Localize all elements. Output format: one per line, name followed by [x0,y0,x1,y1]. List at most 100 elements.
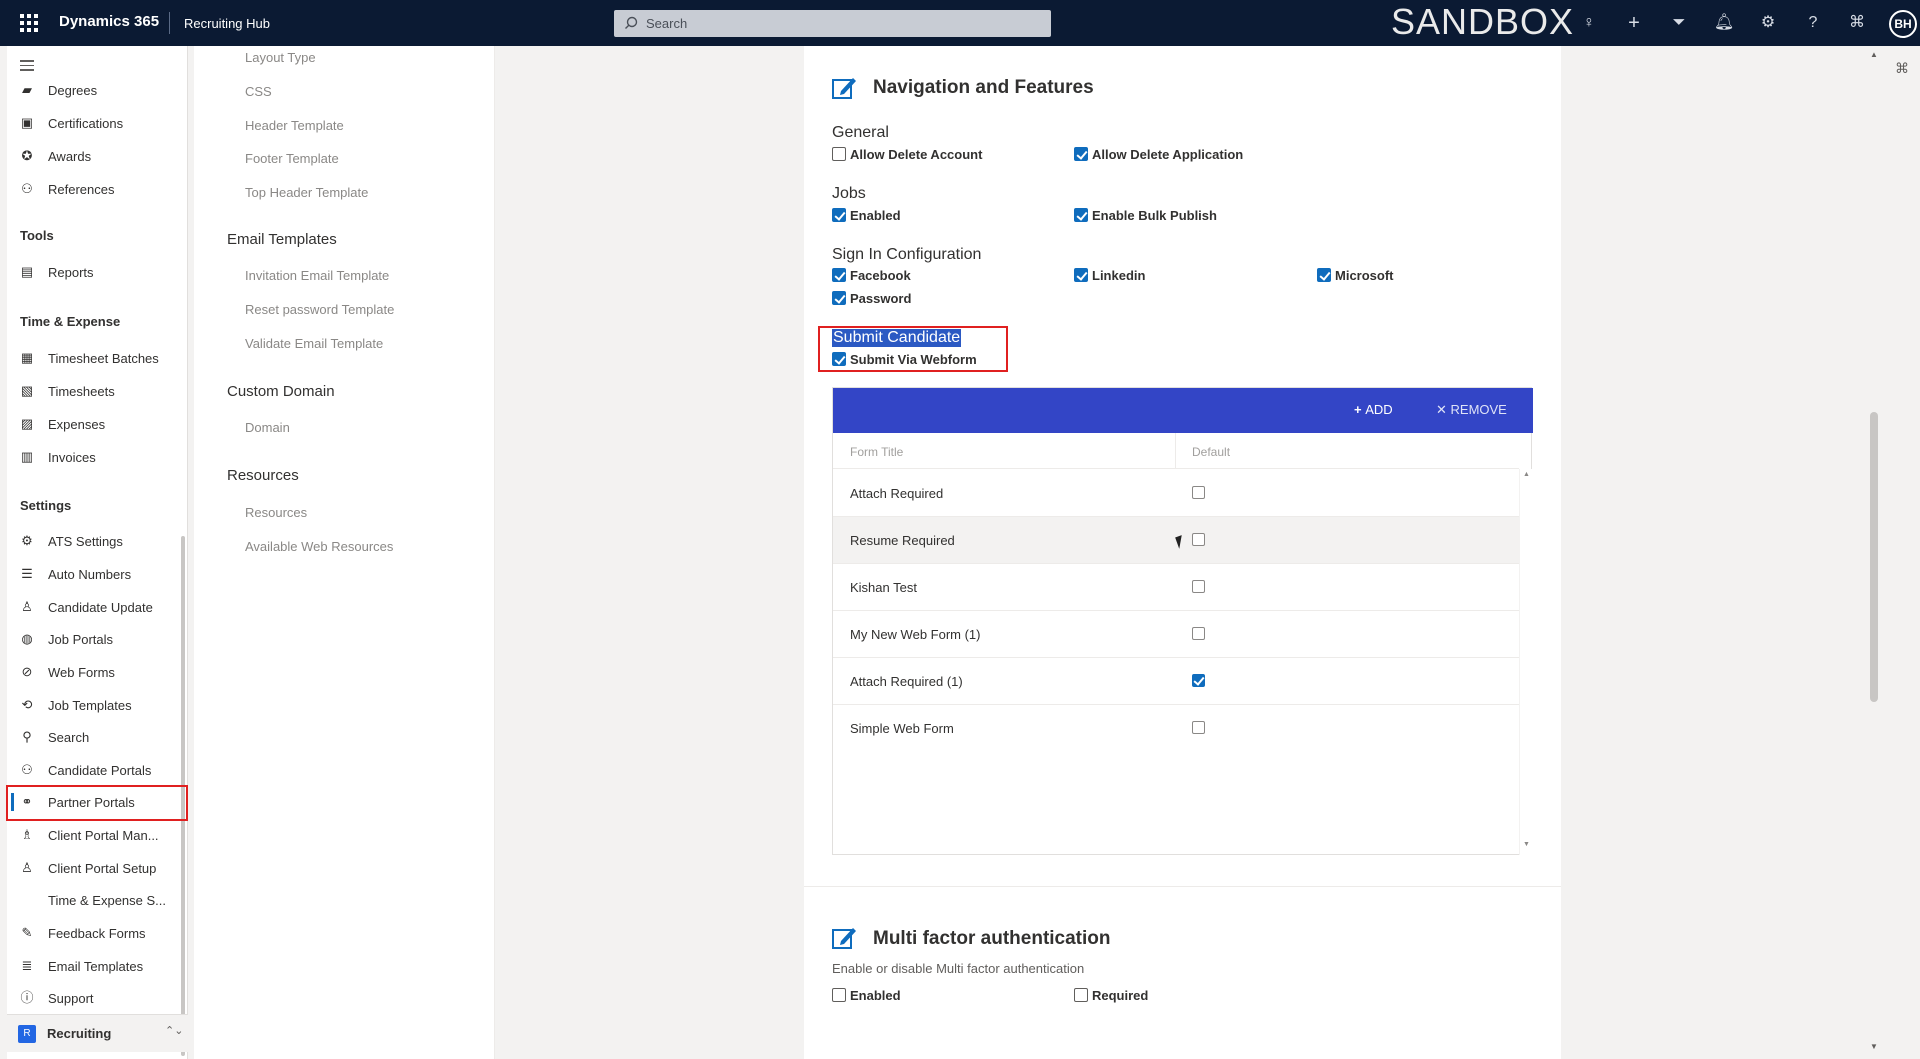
form-icon: ⊘ [21,664,33,679]
table-row[interactable]: Attach Required [833,470,1519,517]
sidebar-item-invoices[interactable]: ▥ Invoices [7,443,188,471]
column-header-form-title[interactable]: Form Title [850,445,903,459]
group-title-general: General [832,124,889,141]
linkedin-checkbox[interactable]: Linkedin [1074,266,1194,284]
enable-bulk-publish-checkbox[interactable]: Enable Bulk Publish [1074,206,1254,224]
sidebar-item-timesheets[interactable]: ▧ Timesheets [7,377,188,405]
mfa-required-checkbox[interactable]: Required [1074,986,1194,1004]
jobs-enabled-checkbox[interactable]: Enabled [832,206,952,224]
sidebar-item-email-templates[interactable]: ≣ Email Templates [7,952,188,980]
default-checkbox[interactable] [1192,674,1205,687]
sidebar-item-web-forms[interactable]: ⊘ Web Forms [7,658,188,686]
page-scrollbar[interactable]: ▲ ▼ [1868,50,1880,1055]
portal-icon: ⚇ [21,762,33,777]
top-bar: Dynamics 365 Recruiting Hub Search SANDB… [0,0,1920,46]
filter-icon[interactable]: ⏷ [1668,12,1690,34]
scrollbar-thumb[interactable] [1870,412,1878,702]
sidebar-item-job-templates[interactable]: ⟲ Job Templates [7,691,188,719]
menu-link-css[interactable]: CSS [245,84,272,99]
award-icon: ✪ [21,148,33,163]
menu-link-domain[interactable]: Domain [245,420,290,435]
mfa-enabled-checkbox[interactable]: Enabled [832,986,952,1004]
sidebar-item-ats-settings[interactable]: ⚙ ATS Settings [7,527,188,555]
sidebar-item-client-portal-setup[interactable]: ♙ Client Portal Setup [7,854,188,882]
table-toolbar: + ADD ✕ REMOVE [833,388,1533,433]
default-checkbox[interactable] [1192,721,1205,734]
scroll-up-icon[interactable]: ▲ [1870,50,1878,59]
brand-name[interactable]: Dynamics 365 [59,13,159,30]
microsoft-checkbox[interactable]: Microsoft [1317,266,1437,284]
sidebar-item-timesheet-batches[interactable]: ▦ Timesheet Batches [7,344,188,372]
remove-button[interactable]: ✕ REMOVE [1436,402,1507,418]
sidebar-item-certifications[interactable]: ▣ Certifications [7,109,188,137]
allow-delete-application-checkbox[interactable]: Allow Delete Application [1074,145,1274,163]
table-row[interactable]: My New Web Form (1) [833,611,1519,658]
help-icon[interactable]: ? [1802,12,1824,34]
list-icon: ☰ [21,566,33,581]
sidebar-item-references[interactable]: ⚇ References [7,175,188,203]
sidebar-item-auto-numbers[interactable]: ☰ Auto Numbers [7,560,188,588]
gear-icon: ⚙ [21,533,33,548]
sidebar-item-client-portal-management[interactable]: ♗ Client Portal Man... [7,821,188,849]
menu-link-top-header-template[interactable]: Top Header Template [245,185,368,200]
report-icon: ▤ [20,264,34,279]
user-avatar[interactable]: BH [1889,10,1917,38]
password-checkbox[interactable]: Password [832,289,952,307]
app-launcher-icon[interactable] [20,14,38,32]
submit-via-webform-checkbox[interactable]: Submit Via Webform [832,350,992,368]
sidebar-item-candidate-update[interactable]: ♙ Candidate Update [7,593,188,621]
menu-link-available-web-resources[interactable]: Available Web Resources [245,539,393,554]
table-row[interactable]: Simple Web Form [833,705,1519,752]
degree-icon: ▰ [22,82,32,97]
copilot-icon[interactable]: ⌘ [1846,12,1868,34]
table-row[interactable]: Attach Required (1) [833,658,1519,705]
lightbulb-icon[interactable]: ♀ [1578,12,1600,34]
gear-icon[interactable]: ⚙ [1757,12,1779,34]
invoice-icon: ▥ [20,449,34,464]
table-scrollbar[interactable]: ▲ ▼ [1519,469,1532,855]
column-separator [1175,433,1176,469]
menu-link-footer-template[interactable]: Footer Template [245,151,339,166]
sidebar-item-awards[interactable]: ✪ Awards [7,142,188,170]
app-name[interactable]: Recruiting Hub [184,16,270,31]
sidebar-item-time-expense-settings[interactable]: Time & Expense S... [7,886,188,914]
column-header-default[interactable]: Default [1192,445,1230,459]
sidebar-item-search[interactable]: ⚲ Search [7,723,188,751]
facebook-checkbox[interactable]: Facebook [832,266,952,284]
globe-icon: ◍ [21,631,33,646]
sidebar-item-candidate-portals[interactable]: ⚇ Candidate Portals [7,756,188,784]
area-switcher[interactable]: R Recruiting ⌃⌄ [7,1014,188,1052]
menu-link-header-template[interactable]: Header Template [245,118,344,133]
add-button[interactable]: + ADD [1354,402,1393,417]
default-checkbox[interactable] [1192,486,1205,499]
sidebar-item-feedback-forms[interactable]: ✎ Feedback Forms [7,919,188,947]
menu-link-invitation-email[interactable]: Invitation Email Template [245,268,389,283]
sidebar-item-job-portals[interactable]: ◍ Job Portals [7,625,188,653]
default-checkbox[interactable] [1192,627,1205,640]
default-checkbox[interactable] [1192,533,1205,546]
plus-icon[interactable]: + [1623,12,1645,34]
scroll-down-icon[interactable]: ▼ [1870,1042,1878,1051]
bell-icon[interactable]: 🔔︎ [1713,12,1735,34]
side-pane-icon[interactable]: ⌘ [1895,60,1909,77]
menu-link-layout-type[interactable]: Layout Type [245,50,316,65]
scroll-up-icon[interactable]: ▲ [1523,471,1530,478]
menu-link-validate-email[interactable]: Validate Email Template [245,336,383,351]
hamburger-icon[interactable] [20,60,34,74]
menu-link-resources[interactable]: Resources [245,505,307,520]
allow-delete-account-checkbox[interactable]: Allow Delete Account [832,145,1012,163]
help-icon: ⓘ [20,990,34,1005]
scroll-down-icon[interactable]: ▼ [1523,841,1530,848]
edit-icon [832,78,856,99]
calendar-icon: ▦ [20,350,34,365]
table-row[interactable]: Kishan Test [833,564,1519,611]
sidebar-item-support[interactable]: ⓘ Support [7,984,188,1012]
default-checkbox[interactable] [1192,580,1205,593]
nav-section-tools: Tools [20,228,54,243]
search-input[interactable]: Search [614,10,1051,37]
menu-link-reset-password[interactable]: Reset password Template [245,302,394,317]
environment-label: SANDBOX [1391,1,1575,42]
sidebar-item-expenses[interactable]: ▨ Expenses [7,410,188,438]
sidebar-item-degrees[interactable]: ▰ Degrees [7,76,188,104]
sidebar-item-reports[interactable]: ▤ Reports [7,258,188,286]
